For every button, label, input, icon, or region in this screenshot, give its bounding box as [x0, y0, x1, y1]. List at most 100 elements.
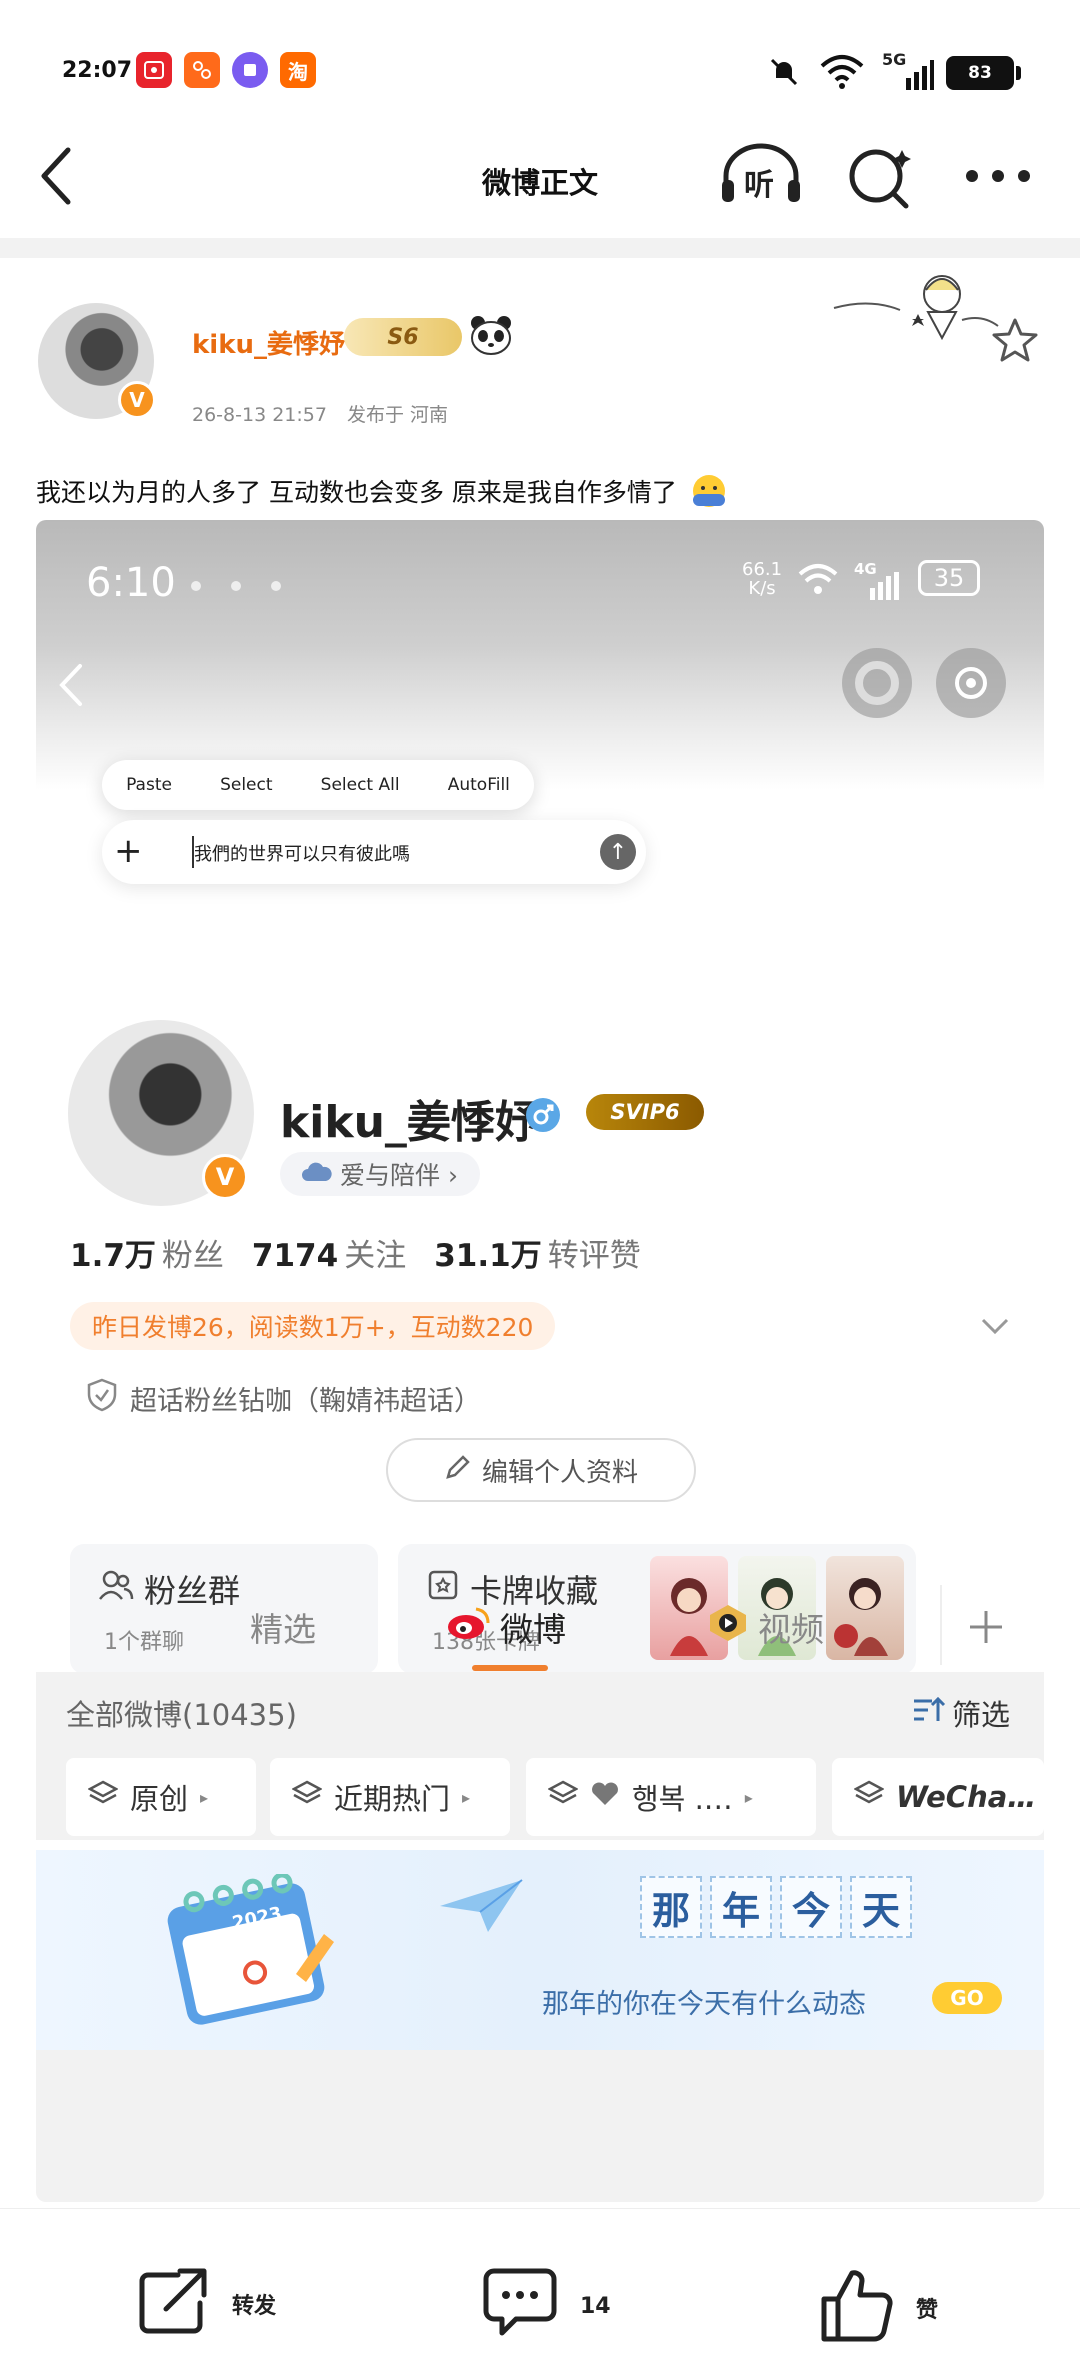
stat-fans-label: 粉丝 — [161, 1238, 224, 1274]
add-tab-icon — [966, 1607, 1006, 1651]
section-divider — [0, 238, 1080, 258]
sort-icon — [912, 1695, 946, 1732]
expand-chevron-icon — [980, 1316, 1010, 1340]
level-badge: S6 — [344, 318, 462, 356]
listen-button[interactable]: 听 — [718, 142, 804, 208]
cloud-icon — [302, 1160, 332, 1189]
post-text: 我还以为月的人多了 互动数也会变多 原来是我自作多情了 — [36, 472, 729, 516]
memory-subtitle: 那年的你在今天有什么动态 — [542, 1989, 866, 2020]
screenshot-time: 6:10 — [86, 560, 176, 606]
love-tag-label: 爱与陪伴 › — [340, 1161, 458, 1190]
repost-label: 转发 — [232, 2294, 277, 2319]
screenshot-net-speed: 66.1 K/s — [742, 560, 782, 598]
panda-icon — [468, 314, 514, 360]
tab-weibo: 微博 — [446, 1603, 566, 1651]
chip-recent-hot-label: 近期热门 — [334, 1782, 451, 1816]
memory-char-4: 天 — [850, 1876, 912, 1938]
memory-title: 那 年 今 天 — [640, 1876, 912, 1938]
tab-weibo-label: 微博 — [500, 1610, 566, 1649]
signal-icon — [888, 60, 934, 96]
post-date: 26-8-13 21:57 — [192, 404, 327, 426]
profile-avatar: V — [68, 1020, 254, 1206]
app-badge-3 — [232, 52, 268, 88]
edit-profile-label: 编辑个人资料 — [481, 1457, 638, 1488]
chip-caret-icon: ▸ — [462, 1787, 471, 1807]
filter-button: 筛选 — [912, 1692, 1010, 1734]
love-tag: 爱与陪伴 › — [280, 1152, 480, 1196]
profile-stats: 1.7万 粉丝 7174 关注 31.1万 转评赞 — [70, 1230, 641, 1275]
post-meta: 26-8-13 21:57 发布于 河南 — [192, 400, 468, 427]
search-icon[interactable] — [846, 144, 916, 214]
battery-indicator: 83 — [946, 56, 1021, 90]
tab-separator — [940, 1585, 942, 1665]
screenshot-battery: 35 — [918, 560, 980, 596]
superfan-row: 超话粉丝钻咖（鞠婧祎超话） — [86, 1378, 481, 1419]
ctx-select-all: Select All — [320, 775, 400, 795]
layers-icon — [87, 1780, 119, 1815]
screenshot-settings-icon — [936, 648, 1006, 718]
screenshot-send-icon: ↑ — [600, 834, 636, 870]
paper-plane-icon — [436, 1876, 526, 1940]
chip-original-label: 原创 — [130, 1782, 189, 1816]
screenshot-plus-icon: + — [114, 831, 143, 871]
embarrassed-emoji-icon — [689, 472, 729, 516]
edit-profile-button: 编辑个人资料 — [386, 1438, 696, 1502]
comment-button[interactable]: 14 — [482, 2267, 611, 2345]
favorite-star-icon[interactable] — [990, 316, 1040, 370]
decoration-sticker-icon — [830, 268, 1002, 354]
share-icon — [138, 2267, 210, 2341]
screenshot-context-menu: Paste Select Select All AutoFill — [102, 760, 534, 810]
thumbs-up-icon — [818, 2267, 894, 2349]
more-icon[interactable] — [964, 166, 1032, 190]
author-avatar[interactable]: V — [38, 303, 156, 419]
app-badge-1 — [136, 52, 172, 88]
video-icon — [706, 1603, 750, 1651]
listen-label: 听 — [744, 168, 774, 203]
tab-featured: 精选 — [250, 1610, 316, 1649]
app-badge-2 — [184, 52, 220, 88]
repost-button[interactable]: 转发 — [138, 2267, 276, 2341]
chip-caret-icon: ▸ — [200, 1787, 209, 1807]
profile-verified-icon: V — [202, 1154, 248, 1200]
svip-badge: SVIP6 — [586, 1094, 704, 1130]
filter-label: 筛选 — [952, 1698, 1011, 1732]
post-location: 发布于 河南 — [346, 404, 448, 426]
taobao-app-badge: 淘 — [280, 52, 316, 88]
bottom-action-bar: 转发 14 赞 — [0, 2208, 1080, 2372]
tab-video-label: 视频 — [758, 1610, 824, 1649]
screenshot-net-speed-value: 66.1 — [742, 559, 783, 580]
like-button[interactable]: 赞 — [818, 2267, 938, 2349]
chip-happiness: 행복 .… ▸ — [526, 1758, 816, 1836]
tab-video: 视频 — [706, 1603, 824, 1651]
profile-name: kiku_姜悸妤 — [280, 1097, 539, 1148]
chip-caret-icon: ▸ — [744, 1787, 753, 1807]
stat-follow: 7174 关注 — [252, 1230, 406, 1275]
memory-char-2: 年 — [710, 1876, 772, 1938]
layers-icon — [853, 1780, 885, 1815]
like-label: 赞 — [916, 2298, 939, 2323]
post-text-content: 我还以为月的人多了 互动数也会变多 原来是我自作多情了 — [36, 478, 677, 507]
screenshot-wifi-icon — [796, 562, 840, 602]
screenshot-back-icon — [56, 660, 86, 714]
memory-char-1: 那 — [640, 1876, 702, 1938]
screenshot-input-text: 我們的世界可以只有彼此嗎 — [194, 844, 410, 865]
pencil-icon — [444, 1453, 472, 1488]
yesterday-stats: 昨日发博26，阅读数1万+，互动数220 — [70, 1302, 556, 1350]
chip-happiness-label: 행복 .… — [632, 1782, 733, 1816]
stat-fans-value: 1.7万 — [70, 1238, 156, 1274]
memory-banner: 2023 那 年 今 天 — [36, 1850, 1044, 2050]
chip-wechat-label: WeCha… — [896, 1780, 1037, 1814]
chip-recent-hot: 近期热门 ▸ — [270, 1758, 510, 1836]
post-image[interactable]: 6:10 66.1 K/s 4G 35 Paste Select Select … — [36, 520, 1044, 2202]
go-button: GO — [932, 1982, 1002, 2014]
status-time: 22:07 — [62, 58, 133, 83]
mute-icon — [766, 54, 802, 94]
screenshot-ring-button — [842, 648, 912, 718]
chip-wechat: WeCha… — [832, 1758, 1044, 1836]
shield-check-icon — [86, 1378, 118, 1419]
stat-repost-value: 31.1万 — [434, 1238, 542, 1274]
screenshot-input-row: + 我們的世界可以只有彼此嗎 ↑ — [102, 820, 646, 884]
stat-repost: 31.1万 转评赞 — [434, 1230, 641, 1275]
all-posts-count: 全部微博(10435) — [66, 1698, 297, 1732]
author-name[interactable]: kiku_姜悸妤 — [192, 324, 345, 361]
